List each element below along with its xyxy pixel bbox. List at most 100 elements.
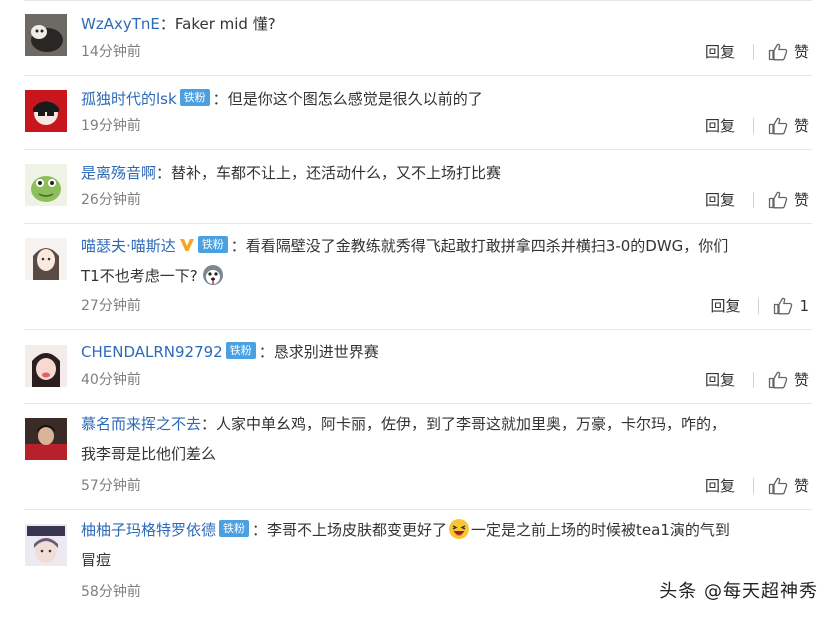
avatar[interactable] — [25, 238, 67, 280]
verified-v-icon — [179, 239, 194, 251]
colon: ： — [212, 90, 228, 108]
comment-item: WzAxyTnE：Faker mid 懂? 14分钟前 回复 赞 — [0, 0, 836, 75]
separator — [752, 44, 754, 60]
comment-actions: 回复 赞 — [705, 116, 809, 136]
like-label: 赞 — [793, 117, 809, 135]
comment-body: 慕名而来挥之不去：人家中单幺鸡，阿卡丽，佐伊，到了李哥这就加里奥，万豪，卡尔玛，… — [81, 409, 808, 469]
comment-item: 孤独时代的lsk 铁粉 ：但是你这个图怎么感觉是很久以前的了 19分钟前 回复 赞 — [0, 75, 836, 150]
comment-text: 替补，车都不让上，还活动什么，又不上场打比赛 — [171, 164, 502, 182]
comment-actions: 回复 赞 — [705, 42, 809, 62]
like-label: 赞 — [793, 477, 809, 495]
username-link[interactable]: 是离殇音啊 — [81, 164, 156, 182]
comment-item: 慕名而来挥之不去：人家中单幺鸡，阿卡丽，佐伊，到了李哥这就加里奥，万豪，卡尔玛，… — [0, 403, 836, 509]
colon: ： — [159, 15, 175, 33]
like-label: 赞 — [793, 191, 809, 209]
comment-actions: 回复 赞 — [705, 190, 809, 210]
timestamp: 26分钟前 — [81, 192, 141, 208]
like-label: 赞 — [793, 43, 809, 61]
like-button[interactable]: 赞 — [768, 370, 809, 390]
username-link[interactable]: 柚柚子玛格特罗依德 — [81, 521, 216, 539]
comment-body: 柚柚子玛格特罗依德 铁粉 ：李哥不上场皮肤都变更好了 一定是之前上场的时候被tea1演… — [81, 515, 808, 575]
reply-button[interactable]: 回复 — [705, 190, 735, 210]
thumbs-up-icon — [774, 297, 793, 315]
comment-line: T1不也考虑一下? — [81, 261, 808, 291]
comment-text: 李哥不上场皮肤都变更好了 — [267, 521, 448, 539]
comment-line: 我李哥是比他们差么 — [81, 439, 808, 469]
timestamp: 57分钟前 — [81, 478, 141, 494]
comment-item: 喵瑟夫·喵斯达 铁粉 ：看看隔壁没了金教练就秀得飞起敢打敢拼拿四杀并横扫3-0的DW… — [0, 223, 836, 329]
colon: ： — [201, 415, 217, 433]
laughing-face-emoji-icon — [449, 519, 470, 539]
username-link[interactable]: 孤独时代的lsk — [81, 90, 177, 108]
colon: ： — [252, 521, 268, 539]
timestamp: 19分钟前 — [81, 118, 141, 134]
comment-line: 冒痘 — [81, 545, 808, 575]
comment-text: 人家中单幺鸡，阿卡丽，佐伊，到了李哥这就加里奥，万豪，卡尔玛，咋的， — [216, 415, 727, 433]
like-button[interactable]: 赞 — [768, 190, 809, 210]
like-button[interactable]: 赞 — [768, 476, 809, 496]
timestamp: 58分钟前 — [81, 584, 141, 600]
like-button[interactable]: 赞 — [768, 116, 809, 136]
comment-body: CHENDALRN92792 铁粉 ：恳求别进世界赛 — [81, 337, 808, 367]
colon: ： — [258, 343, 274, 361]
separator — [752, 478, 754, 494]
reply-button[interactable]: 回复 — [705, 116, 735, 136]
comment-text-after-emoji: 一定是之前上场的时候被tea1演的气到 — [471, 521, 730, 539]
timestamp: 14分钟前 — [81, 44, 141, 60]
comment-line: 柚柚子玛格特罗依德 铁粉 ：李哥不上场皮肤都变更好了 一定是之前上场的时候被tea1演… — [81, 515, 808, 545]
avatar[interactable] — [25, 345, 67, 387]
comment-line: 慕名而来挥之不去：人家中单幺鸡，阿卡丽，佐伊，到了李哥这就加里奥，万豪，卡尔玛，… — [81, 409, 808, 439]
like-label: 赞 — [793, 371, 809, 389]
like-button[interactable]: 赞 — [768, 42, 809, 62]
thumbs-up-icon — [768, 191, 788, 209]
colon: ： — [230, 237, 246, 255]
comment-text: 但是你这个图怎么感觉是很久以前的了 — [227, 90, 483, 108]
thumbs-up-icon — [768, 371, 788, 389]
separator — [752, 372, 754, 388]
reply-button[interactable]: 回复 — [705, 370, 735, 390]
watermark: 头条 @每天超神秀 — [659, 581, 818, 602]
comment-text: Faker mid 懂? — [174, 15, 276, 33]
comment-body: 是离殇音啊：替补，车都不让上，还活动什么，又不上场打比赛 — [81, 158, 808, 188]
like-button[interactable]: 1 — [773, 296, 809, 316]
thumbs-up-icon — [768, 43, 788, 61]
fan-badge[interactable]: 铁粉 — [219, 520, 250, 537]
fan-badge[interactable]: 铁粉 — [225, 342, 256, 359]
comment-body: 孤独时代的lsk 铁粉 ：但是你这个图怎么感觉是很久以前的了 — [81, 84, 808, 114]
comment-item: CHENDALRN92792 铁粉 ：恳求别进世界赛 40分钟前 回复 赞 — [0, 329, 836, 404]
avatar[interactable] — [25, 164, 67, 206]
avatar[interactable] — [25, 524, 67, 566]
fan-badge[interactable]: 铁粉 — [179, 89, 210, 106]
like-count: 1 — [799, 297, 809, 315]
comment-text: 恳求别进世界赛 — [273, 343, 379, 361]
reply-button[interactable]: 回复 — [705, 42, 735, 62]
comment-text-continued: 冒痘 — [81, 551, 112, 569]
avatar[interactable] — [25, 418, 67, 460]
husky-face-emoji-icon — [202, 265, 223, 285]
thumbs-up-icon — [768, 117, 788, 135]
username-link[interactable]: WzAxyTnE — [81, 15, 160, 33]
comment-body: 喵瑟夫·喵斯达 铁粉 ：看看隔壁没了金教练就秀得飞起敢打敢拼拿四杀并横扫3-0的DW… — [81, 231, 808, 291]
comment-actions: 回复 赞 — [705, 476, 809, 496]
reply-button[interactable]: 回复 — [710, 296, 740, 316]
username-link[interactable]: 喵瑟夫·喵斯达 — [81, 237, 176, 255]
username-link[interactable]: CHENDALRN92792 — [81, 343, 223, 361]
thumbs-up-icon — [768, 477, 788, 495]
username-link[interactable]: 慕名而来挥之不去 — [81, 415, 201, 433]
timestamp: 27分钟前 — [81, 298, 141, 314]
comment-item: 是离殇音啊：替补，车都不让上，还活动什么，又不上场打比赛 26分钟前 回复 赞 — [0, 149, 836, 224]
avatar[interactable] — [25, 90, 67, 132]
comment-text-continued: 我李哥是比他们差么 — [81, 445, 217, 463]
timestamp: 40分钟前 — [81, 372, 141, 388]
comment-text: 看看隔壁没了金教练就秀得飞起敢打敢拼拿四杀并横扫3-0的DWG，你们 — [245, 237, 729, 255]
comment-text-continued: T1不也考虑一下? — [81, 267, 198, 285]
avatar[interactable] — [25, 14, 67, 56]
fan-badge[interactable]: 铁粉 — [197, 236, 228, 253]
separator — [752, 192, 754, 208]
comment-actions: 回复 赞 — [705, 370, 809, 390]
comment-line: 喵瑟夫·喵斯达 铁粉 ：看看隔壁没了金教练就秀得飞起敢打敢拼拿四杀并横扫3-0的DW… — [81, 231, 808, 261]
colon: ： — [156, 164, 172, 182]
comment-body: WzAxyTnE：Faker mid 懂? — [81, 9, 808, 39]
separator — [758, 298, 760, 314]
reply-button[interactable]: 回复 — [705, 476, 735, 496]
